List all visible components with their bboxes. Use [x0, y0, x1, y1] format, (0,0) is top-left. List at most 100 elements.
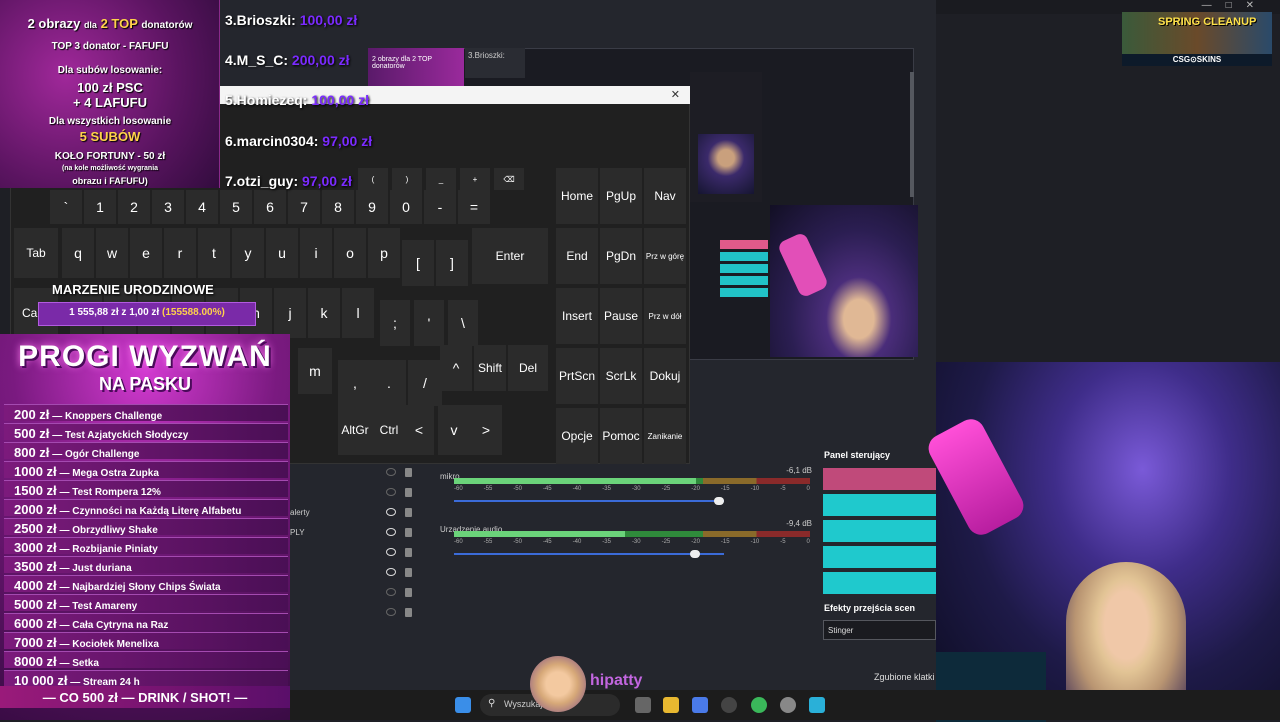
visibility-eye-icon[interactable] — [386, 588, 396, 596]
volume-knob[interactable] — [690, 550, 700, 558]
source-row[interactable] — [290, 464, 428, 484]
store-icon[interactable] — [692, 697, 708, 713]
osk-key[interactable]: o — [334, 228, 366, 278]
osk-key[interactable]: 1 — [84, 190, 116, 224]
osk-key[interactable]: Opcje — [556, 408, 598, 464]
osk-key[interactable]: ⌫ — [494, 168, 524, 190]
osk-key[interactable]: Dokuj — [644, 348, 686, 404]
osk-key[interactable]: j — [274, 288, 306, 338]
lock-icon[interactable] — [405, 468, 412, 477]
volume-slider[interactable] — [454, 550, 724, 558]
osk-key[interactable]: Tab — [14, 228, 58, 278]
osk-key[interactable]: Prz w górę — [644, 228, 686, 284]
lock-icon[interactable] — [405, 528, 412, 537]
panel-button-2[interactable] — [823, 494, 936, 516]
osk-key[interactable]: PrtScn — [556, 348, 598, 404]
osk-key[interactable]: AltGr — [338, 405, 372, 455]
osk-key[interactable]: 6 — [254, 190, 286, 224]
volume-knob[interactable] — [714, 497, 724, 505]
panel-button-5[interactable] — [823, 572, 936, 594]
osk-key[interactable]: l — [342, 288, 374, 338]
visibility-eye-icon[interactable] — [386, 608, 396, 616]
visibility-eye-icon[interactable] — [386, 488, 396, 496]
osk-key[interactable]: u — [266, 228, 298, 278]
osk-key[interactable]: 0 — [390, 190, 422, 224]
osk-key[interactable]: / — [408, 360, 442, 406]
visibility-eye-icon[interactable] — [386, 548, 396, 556]
source-row[interactable] — [290, 604, 428, 624]
osk-key[interactable]: ^ — [440, 345, 472, 391]
source-row[interactable] — [290, 564, 428, 584]
osk-key[interactable]: PgDn — [600, 228, 642, 284]
osk-key[interactable]: ' — [414, 300, 444, 346]
visibility-eye-icon[interactable] — [386, 508, 396, 516]
osk-key[interactable]: Home — [556, 168, 598, 224]
osk-key[interactable]: PgUp — [600, 168, 642, 224]
osk-key[interactable]: 2 — [118, 190, 150, 224]
osk-key[interactable]: 9 — [356, 190, 388, 224]
osk-key[interactable]: ] — [436, 240, 468, 286]
osk-key[interactable]: 3 — [152, 190, 184, 224]
osk-key[interactable]: < — [404, 405, 434, 455]
osk-key[interactable]: Ctrl — [372, 405, 406, 455]
osk-key[interactable]: ) — [392, 168, 422, 190]
windows-start-icon[interactable] — [455, 697, 471, 713]
osk-key[interactable]: = — [458, 190, 490, 224]
lock-icon[interactable] — [405, 588, 412, 597]
osk-key[interactable]: m — [298, 348, 332, 394]
task-view-icon[interactable] — [635, 697, 651, 713]
panel-button-1[interactable] — [823, 468, 936, 490]
close-icon[interactable]: ✕ — [671, 88, 680, 101]
source-row[interactable]: PLY — [290, 524, 428, 544]
app-icon[interactable] — [809, 697, 825, 713]
osk-key[interactable]: Nav — [644, 168, 686, 224]
osk-key[interactable]: ` — [50, 190, 82, 224]
transition-select[interactable]: Stinger — [823, 620, 936, 640]
panel-button-4[interactable] — [823, 546, 936, 568]
osk-key[interactable]: 7 — [288, 190, 320, 224]
osk-key[interactable]: + — [460, 168, 490, 190]
osk-key[interactable]: p — [368, 228, 400, 278]
osk-key[interactable]: Pause — [600, 288, 642, 344]
osk-key[interactable]: ScrLk — [600, 348, 642, 404]
osk-key[interactable]: Prz w dół — [644, 288, 686, 344]
chrome-icon[interactable] — [751, 697, 767, 713]
osk-key[interactable]: Insert — [556, 288, 598, 344]
osk-key[interactable]: Del — [508, 345, 548, 391]
panel-button-3[interactable] — [823, 520, 936, 542]
osk-key[interactable]: Shift — [474, 345, 506, 391]
osk-key[interactable]: , — [338, 360, 372, 406]
osk-key[interactable]: Zanikanie — [644, 408, 686, 464]
osk-key[interactable]: End — [556, 228, 598, 284]
preview-scrollbar[interactable] — [910, 72, 914, 197]
osk-key[interactable]: \ — [448, 300, 478, 346]
source-row[interactable] — [290, 484, 428, 504]
osk-key[interactable]: Pomoc — [600, 408, 642, 464]
osk-key[interactable]: v — [438, 405, 470, 455]
osk-key[interactable]: . — [372, 360, 406, 406]
osk-key[interactable]: Enter — [472, 228, 548, 284]
osk-key[interactable]: - — [424, 190, 456, 224]
settings-icon[interactable] — [780, 697, 796, 713]
volume-slider[interactable] — [454, 497, 724, 505]
osk-key[interactable]: 8 — [322, 190, 354, 224]
lock-icon[interactable] — [405, 608, 412, 617]
osk-key[interactable]: ; — [380, 300, 410, 346]
osk-key[interactable]: q — [62, 228, 94, 278]
visibility-eye-icon[interactable] — [386, 528, 396, 536]
lock-icon[interactable] — [405, 548, 412, 557]
window-controls[interactable]: —□✕ — [1202, 0, 1268, 11]
osk-key[interactable]: > — [470, 405, 502, 455]
osk-key[interactable]: [ — [402, 240, 434, 286]
osk-key[interactable]: _ — [426, 168, 456, 190]
osk-key[interactable]: k — [308, 288, 340, 338]
osk-key[interactable]: r — [164, 228, 196, 278]
osk-key[interactable]: i — [300, 228, 332, 278]
osk-key[interactable]: 5 — [220, 190, 252, 224]
osk-key[interactable]: ( — [358, 168, 388, 190]
file-explorer-icon[interactable] — [663, 697, 679, 713]
lock-icon[interactable] — [405, 508, 412, 517]
obs-icon[interactable] — [721, 697, 737, 713]
visibility-eye-icon[interactable] — [386, 568, 396, 576]
lock-icon[interactable] — [405, 488, 412, 497]
